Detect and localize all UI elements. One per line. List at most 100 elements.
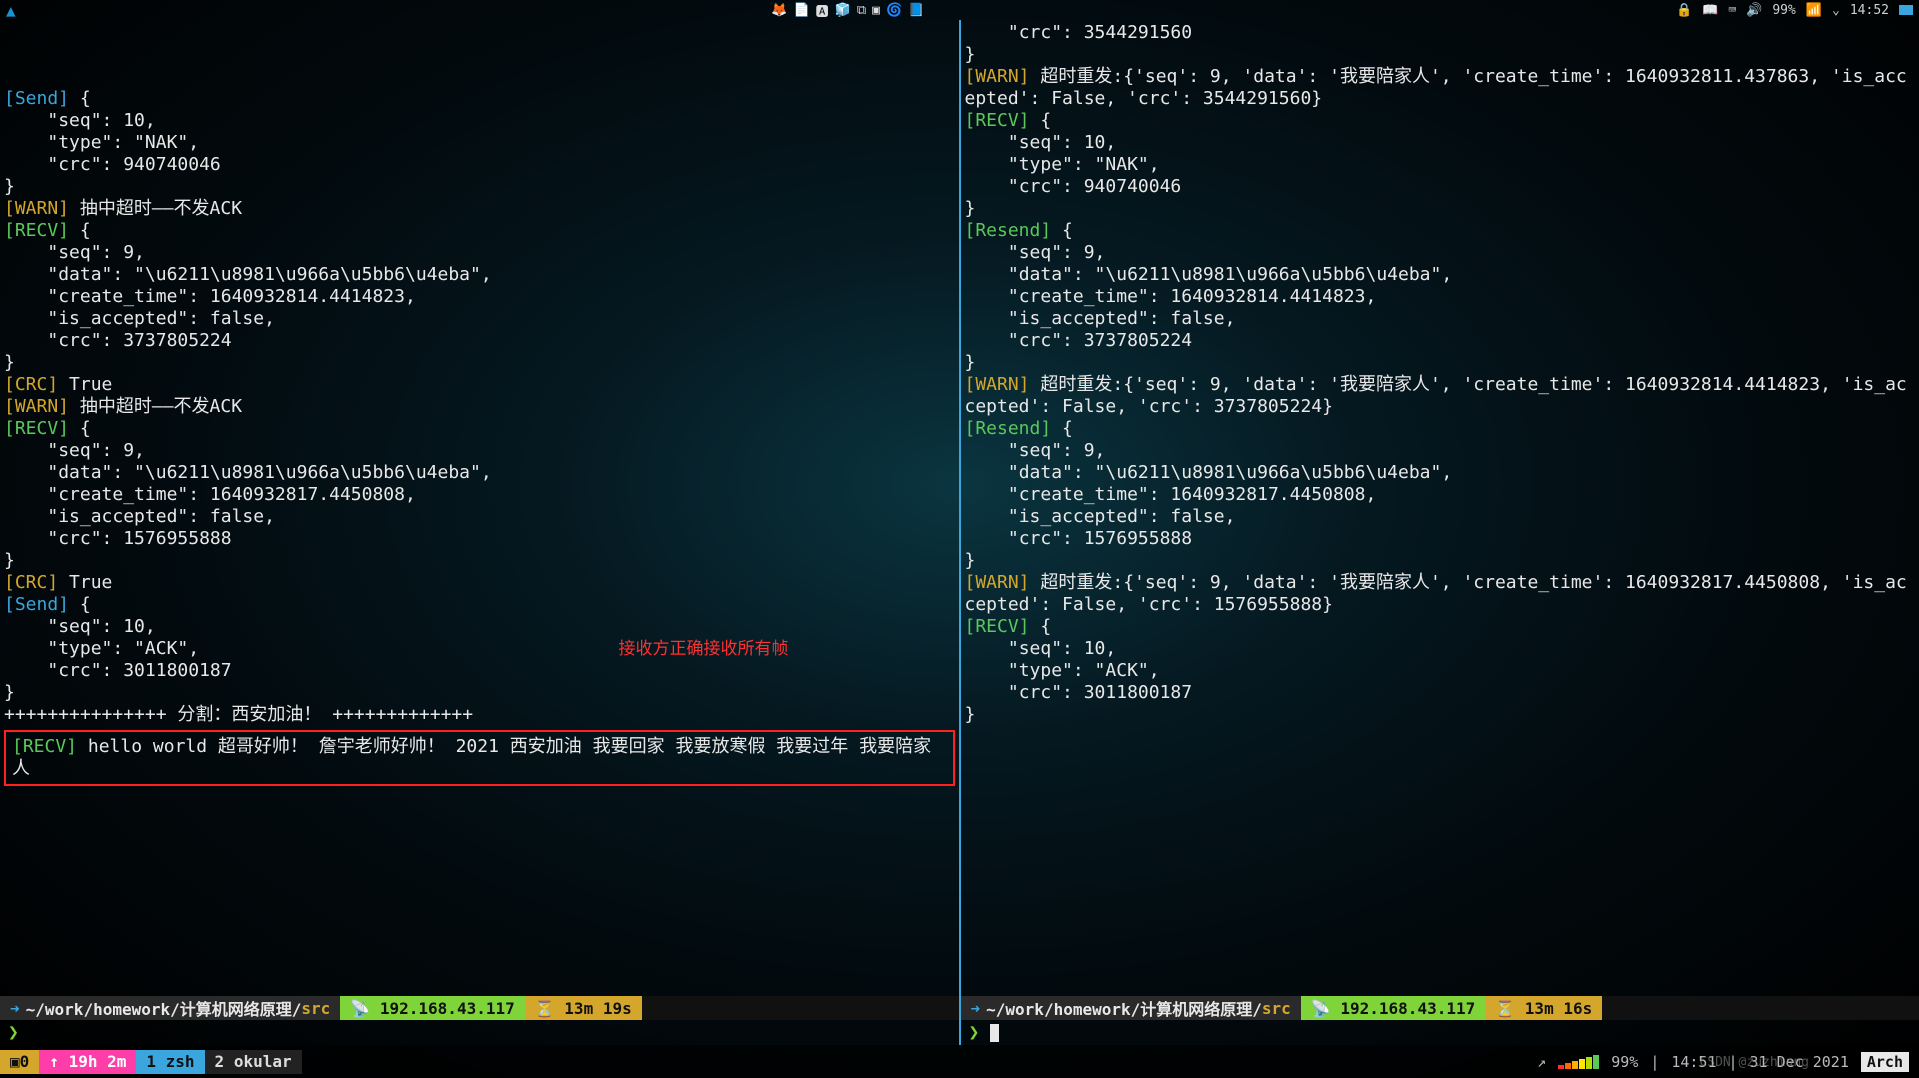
app-icon[interactable]: 🌀 [886,3,902,18]
log-text: "seq": 10, [965,638,1117,659]
cwd-segment: ➜ ~/work/homework/计算机网络原理/src [0,996,340,1020]
log-text: 抽中超时——不发ACK [69,396,242,417]
terminal-line: "type": "ACK", [4,638,955,660]
workspace-indicator[interactable]: ▣ 0 [0,1050,39,1074]
top-bar: ▲ 🦊 📄 🅰 🧊 ⧉ ▣ 🌀 📘 🔒 📖 ⌨ 🔊 99% 📶 ⌄ 14:52 [0,0,1919,20]
terminal-line: "type": "ACK", [965,660,1916,682]
ip-address: 192.168.43.117 [1340,999,1475,1018]
log-tag: [WARN] [965,572,1030,593]
log-text: } [965,44,976,65]
log-text: "crc": 3011800187 [4,660,232,681]
left-prompt-line[interactable]: ❯ [0,1020,959,1045]
annotation-label: 接收方正确接收所有帧 [619,638,789,660]
window-zsh[interactable]: 1 zsh [136,1050,204,1074]
arch-badge: Arch [1861,1052,1909,1072]
arch-logo-icon: ▲ [6,1,16,20]
keyboard-icon[interactable]: ⌨ [1728,3,1736,18]
prompt-symbol: ❯ [0,1022,19,1043]
terminal-line: [Resend] { [965,220,1916,242]
log-tag: [Send] [4,88,69,109]
terminal-line: } [965,352,1916,374]
left-terminal-pane[interactable]: [Send] { "seq": 10, "type": "NAK", "crc"… [0,20,961,1045]
log-text: { [69,418,91,439]
terminal-line: "type": "NAK", [4,132,955,154]
duration: 13m 16s [1525,999,1592,1018]
right-prompt-line[interactable]: ❯ [961,1020,1919,1045]
cwd-last: src [1262,999,1291,1018]
log-text: 超时重发:{'seq': 9, 'data': '我要陪家人', 'create… [965,374,1907,417]
prompt-arrow-icon: ➜ [10,999,20,1018]
log-text: True [58,572,112,593]
app-icon[interactable]: 📘 [908,3,924,18]
duration-segment: ⏳ 13m 19s [525,996,642,1020]
log-text: "crc": 3737805224 [965,330,1193,351]
cwd-last: src [301,999,330,1018]
tray-app-icons[interactable]: 🦊 📄 🅰 🧊 ⧉ ▣ 🌀 📘 [771,1,924,20]
terminal-line: [WARN] 超时重发:{'seq': 9, 'data': '我要陪家人', … [965,374,1916,418]
log-text: "type": "NAK", [4,132,199,153]
recv-message: hello world 超哥好帅！ 詹宇老师好帅！ 2021 西安加油 我要回家… [12,736,931,779]
log-text: "crc": 3737805224 [4,330,232,351]
terminal-line: "create_time": 1640932814.4414823, [4,286,955,308]
antenna-icon: 📡 [350,999,370,1018]
log-text: "type": "ACK", [4,638,199,659]
log-text: +++++++++++++++ 分割：西安加油！ +++++++++++++ [4,704,473,725]
terminal-line: [CRC] True [4,572,955,594]
app-icon[interactable]: 🧊 [835,3,851,18]
log-text: { [1030,616,1052,637]
log-text: } [965,704,976,725]
volume-icon[interactable]: 🔊 [1746,3,1762,18]
terminal-line: "crc": 3011800187 [4,660,955,682]
right-terminal-output[interactable]: "crc": 3544291560}[WARN] 超时重发:{'seq': 9,… [961,20,1919,996]
terminal-icon[interactable]: ▣ [872,3,880,18]
log-text: "data": "\u6211\u8981\u966a\u5bb6\u4eba"… [965,264,1453,285]
right-terminal-pane[interactable]: "crc": 3544291560}[WARN] 超时重发:{'seq': 9,… [961,20,1919,1045]
log-tag: [WARN] [965,66,1030,87]
left-terminal-output[interactable]: [Send] { "seq": 10, "type": "NAK", "crc"… [0,20,959,996]
log-text: { [69,220,91,241]
firefox-icon[interactable]: 🦊 [771,3,787,18]
lock-icon[interactable]: 🔒 [1676,3,1692,18]
log-text: { [69,594,91,615]
window-num: 1 [146,1052,156,1071]
log-text: "data": "\u6211\u8981\u966a\u5bb6\u4eba"… [4,264,492,285]
vscode-icon[interactable]: ⧉ [857,3,866,18]
log-tag: [RECV] [965,616,1030,637]
terminal-line: "crc": 3011800187 [965,682,1916,704]
window-okular[interactable]: 2 okular [205,1050,302,1074]
highlight-recv-box: [RECV] hello world 超哥好帅！ 詹宇老师好帅！ 2021 西安… [4,730,955,786]
log-text: "seq": 9, [4,242,145,263]
app-icon[interactable]: 🅰 [816,1,829,20]
log-text: "crc": 1576955888 [965,528,1193,549]
terminal-line: "data": "\u6211\u8981\u966a\u5bb6\u4eba"… [965,264,1916,286]
antenna-icon: 📡 [1311,999,1331,1018]
left-powerline: ➜ ~/work/homework/计算机网络原理/src 📡 192.168.… [0,996,959,1020]
terminal-line: [WARN] 抽中超时——不发ACK [4,198,955,220]
clock: 14:52 [1850,3,1889,18]
app-icon[interactable]: 📄 [793,3,809,18]
ip-address: 192.168.43.117 [380,999,515,1018]
watermark: CSDN @zuzhiang [1699,1055,1809,1070]
log-text: "crc": 3011800187 [965,682,1193,703]
terminal-line: } [965,198,1916,220]
log-text: "create_time": 1640932814.4414823, [4,286,416,307]
terminal-line: "seq": 10, [965,638,1916,660]
terminal-line: "crc": 940740046 [4,154,955,176]
wifi-icon[interactable]: 📶 [1806,3,1822,18]
log-text: "is_accepted": false, [965,506,1236,527]
cwd-path: ~/work/homework/计算机网络原理/ [26,996,302,1020]
terminal-line: "crc": 3737805224 [965,330,1916,352]
chevron-down-icon[interactable]: ⌄ [1832,3,1840,18]
terminal-line: [RECV] { [965,616,1916,638]
terminal-split: [Send] { "seq": 10, "type": "NAK", "crc"… [0,20,1919,1045]
log-text: } [4,550,15,571]
log-text: "seq": 9, [965,242,1106,263]
duration-segment: ⏳ 13m 16s [1485,996,1602,1020]
terminal-line: } [4,682,955,704]
terminal-line: "crc": 1576955888 [965,528,1916,550]
log-text: "seq": 10, [4,110,156,131]
terminal-line: } [965,704,1916,726]
cwd-path: ~/work/homework/计算机网络原理/ [986,996,1262,1020]
book-icon[interactable]: 📖 [1702,3,1718,18]
battery-pct: 99% [1772,3,1795,18]
